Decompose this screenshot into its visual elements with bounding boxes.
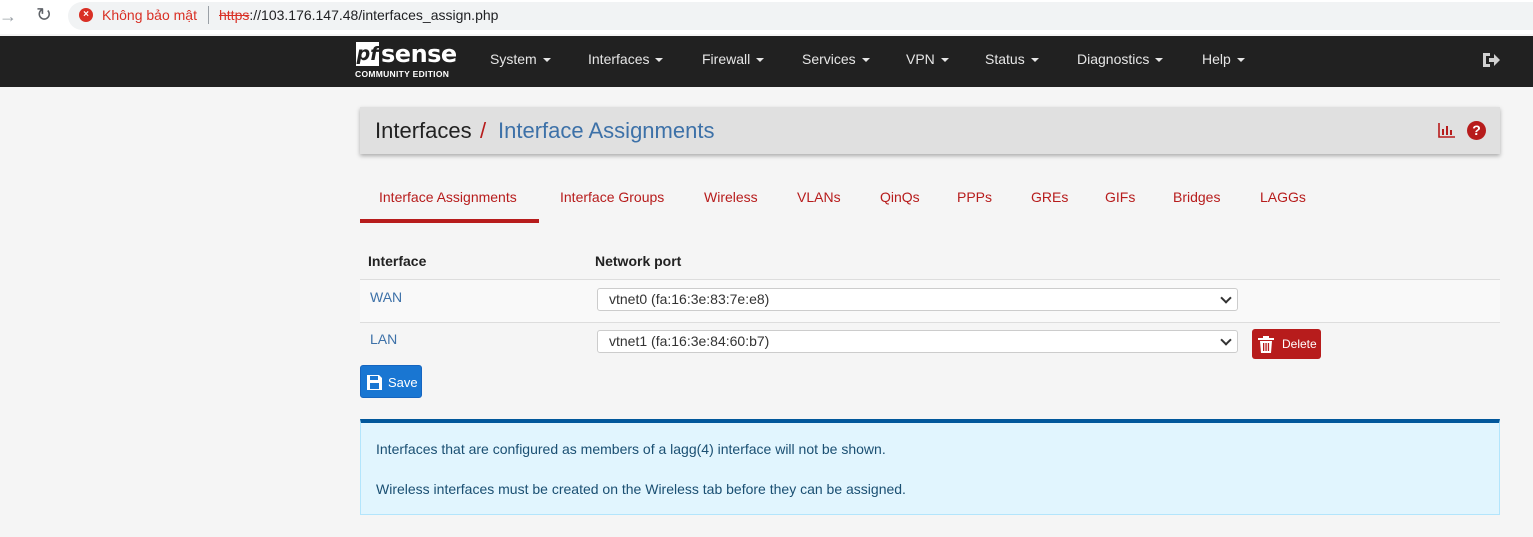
breadcrumb-current[interactable]: Interface Assignments — [498, 118, 714, 144]
tab-wireless[interactable]: Wireless — [704, 189, 758, 205]
caret-down-icon — [1155, 58, 1164, 63]
save-button[interactable]: Save — [360, 365, 422, 398]
logo-edition: COMMUNITY EDITION — [355, 69, 450, 79]
address-divider — [208, 6, 209, 24]
active-tab-indicator — [360, 219, 539, 223]
logout-icon[interactable] — [1480, 49, 1502, 71]
tab-gifs[interactable]: GIFs — [1105, 189, 1135, 205]
delete-button[interactable]: Delete — [1252, 329, 1321, 359]
url-text[interactable]: https://103.176.147.48/interfaces_assign… — [219, 7, 498, 23]
menu-status[interactable]: Status — [985, 51, 1039, 67]
not-secure-icon[interactable]: × — [79, 8, 93, 22]
tab-interface-assignments[interactable]: Interface Assignments — [379, 189, 517, 205]
menu-interfaces[interactable]: Interfaces — [588, 51, 664, 67]
caret-down-icon — [1236, 58, 1245, 63]
menu-services[interactable]: Services — [802, 51, 870, 67]
caret-down-icon — [940, 58, 949, 63]
caret-down-icon — [861, 58, 870, 63]
reload-icon[interactable]: ↻ — [32, 5, 56, 27]
menu-vpn[interactable]: VPN — [906, 51, 949, 67]
save-label: Save — [388, 375, 418, 390]
delete-label: Delete — [1282, 337, 1317, 351]
breadcrumb-parent: Interfaces — [375, 118, 472, 143]
save-icon — [367, 375, 382, 390]
select-value: vtnet0 (fa:16:3e:83:7e:e8) — [609, 291, 770, 307]
menu-system[interactable]: System — [490, 51, 551, 67]
logo-pf: pf — [356, 42, 379, 66]
menu-help[interactable]: Help — [1202, 51, 1245, 67]
info-text-lagg: Interfaces that are configured as member… — [376, 441, 886, 457]
breadcrumb-panel: Interfaces / Interface Assignments ? — [360, 107, 1500, 154]
tab-bridges[interactable]: Bridges — [1173, 189, 1220, 205]
chevron-down-icon — [1220, 292, 1232, 304]
tab-gres[interactable]: GREs — [1031, 189, 1068, 205]
security-label[interactable]: Không bảo mật — [102, 7, 197, 23]
column-header-interface: Interface — [368, 253, 427, 269]
top-navbar: pf sense COMMUNITY EDITION System Interf… — [0, 36, 1533, 87]
tab-laggs[interactable]: LAGGs — [1260, 189, 1306, 205]
help-icon[interactable]: ? — [1467, 121, 1486, 140]
breadcrumb-separator: / — [480, 118, 487, 143]
logo-sense: sense — [381, 40, 457, 68]
chevron-down-icon — [1220, 334, 1232, 346]
network-port-select-wan[interactable]: vtnet0 (fa:16:3e:83:7e:e8) — [597, 288, 1238, 311]
tab-ppps[interactable]: PPPs — [957, 189, 992, 205]
select-value: vtnet1 (fa:16:3e:84:60:b7) — [609, 333, 770, 349]
tab-qinqs[interactable]: QinQs — [880, 189, 920, 205]
chart-icon[interactable] — [1438, 122, 1456, 138]
info-text-wireless: Wireless interfaces must be created on t… — [376, 481, 906, 497]
menu-firewall[interactable]: Firewall — [702, 51, 765, 67]
caret-down-icon — [756, 58, 765, 63]
tab-vlans[interactable]: VLANs — [797, 189, 841, 205]
interface-link-wan[interactable]: WAN — [370, 289, 402, 305]
row-divider — [360, 322, 1500, 323]
menu-diagnostics[interactable]: Diagnostics — [1077, 51, 1164, 67]
pfsense-logo[interactable]: pf sense COMMUNITY EDITION — [354, 40, 464, 82]
network-port-select-lan[interactable]: vtnet1 (fa:16:3e:84:60:b7) — [597, 330, 1238, 353]
caret-down-icon — [655, 58, 664, 63]
info-alert: Interfaces that are configured as member… — [360, 419, 1500, 515]
interface-link-lan[interactable]: LAN — [370, 331, 397, 347]
browser-toolbar: → ↻ × Không bảo mật https://103.176.147.… — [0, 0, 1533, 34]
caret-down-icon — [1030, 58, 1039, 63]
column-header-network-port: Network port — [595, 253, 682, 269]
tab-interface-groups[interactable]: Interface Groups — [560, 189, 664, 205]
caret-down-icon — [542, 58, 551, 63]
trash-icon — [1258, 336, 1274, 353]
back-arrow-icon[interactable]: → — [0, 5, 20, 27]
